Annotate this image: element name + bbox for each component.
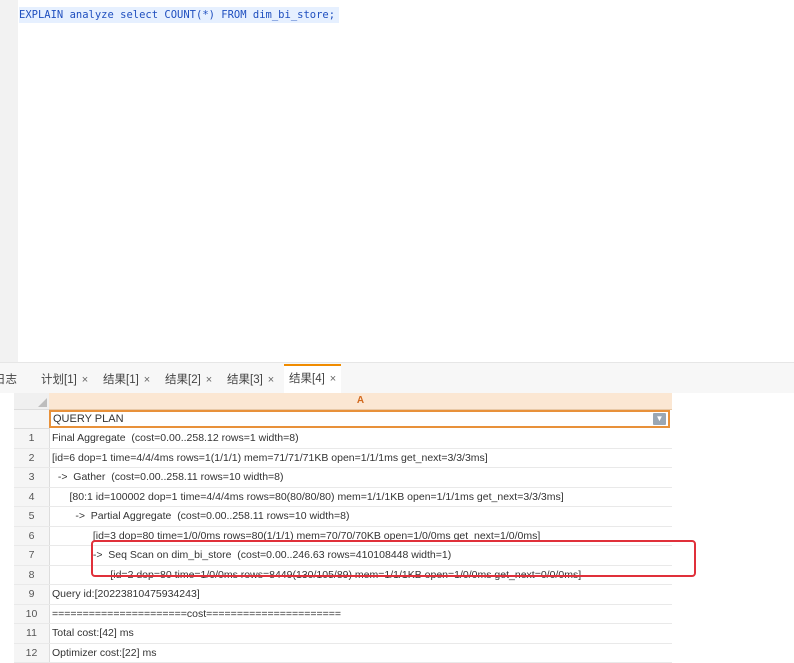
column-name: QUERY PLAN [53,413,124,425]
row-number: 11 [14,624,50,643]
row-number: 6 [14,527,50,546]
plan-cell[interactable]: -> Gather (cost=0.00..258.11 rows=10 wid… [52,468,284,486]
tab-label: 结果[2] [165,374,201,386]
row-number: 9 [14,585,50,604]
tab-result-4[interactable]: 结果[4] × [284,364,341,394]
plan-cell[interactable]: Query id:[20223810475934243] [52,585,200,603]
close-icon[interactable]: × [82,374,88,386]
row-number: 10 [14,605,50,624]
tab-plan-1[interactable]: 计划[1] × [41,367,88,393]
select-all-corner[interactable] [14,393,50,410]
column-name-cell[interactable]: QUERY PLAN ▼ [49,410,670,428]
close-icon[interactable]: × [268,374,274,386]
row-number: 4 [14,488,50,507]
tab-label: 结果[1] [103,374,139,386]
row-number: 5 [14,507,50,526]
result-grid: A QUERY PLAN ▼ 1Final Aggregate (cost=0.… [14,393,672,658]
filter-dropdown-icon[interactable]: ▼ [653,413,666,425]
plan-cell[interactable]: Optimizer cost:[22] ms [52,644,156,662]
table-row[interactable]: 3 -> Gather (cost=0.00..258.11 rows=10 w… [14,468,672,488]
row-number: 12 [14,644,50,663]
tab-result-2[interactable]: 结果[2] × [165,367,212,393]
plan-cell[interactable]: [80:1 id=100002 dop=1 time=4/4/4ms rows=… [52,488,564,506]
plan-cell[interactable]: ======================cost==============… [52,605,341,623]
table-row[interactable]: 4 [80:1 id=100002 dop=1 time=4/4/4ms row… [14,488,672,508]
table-row[interactable]: 9Query id:[20223810475934243] [14,585,672,605]
close-icon[interactable]: × [144,374,150,386]
row-number: 2 [14,449,50,468]
table-row[interactable]: 12Optimizer cost:[22] ms [14,644,672,663]
close-icon[interactable]: × [206,374,212,386]
table-row[interactable]: 11Total cost:[42] ms [14,624,672,644]
sql-statement[interactable]: EXPLAIN analyze select COUNT(*) FROM dim… [19,7,339,23]
tab-label: 日志 [0,374,17,386]
row-header-blank [14,410,50,429]
plan-cell[interactable]: Final Aggregate (cost=0.00..258.12 rows=… [52,429,299,447]
plan-cell[interactable]: Total cost:[42] ms [52,624,134,642]
close-icon[interactable]: × [330,373,336,385]
tab-log[interactable]: 日志 [0,367,17,393]
tab-result-3[interactable]: 结果[3] × [227,367,274,393]
row-number: 3 [14,468,50,487]
table-row[interactable]: 2[id=6 dop=1 time=4/4/4ms rows=1(1/1/1) … [14,449,672,469]
table-row[interactable]: 1Final Aggregate (cost=0.00..258.12 rows… [14,429,672,449]
annotation-highlight-box [91,540,696,577]
row-number: 1 [14,429,50,448]
tab-result-1[interactable]: 结果[1] × [103,367,150,393]
tab-label: 结果[4] [289,373,325,385]
table-row[interactable]: 10======================cost============… [14,605,672,625]
result-tabs-bar: 日志 计划[1] × 结果[1] × 结果[2] × 结果[3] × 结果[4] × [0,362,794,393]
plan-cell[interactable]: [id=6 dop=1 time=4/4/4ms rows=1(1/1/1) m… [52,449,488,467]
plan-cell[interactable]: -> Partial Aggregate (cost=0.00..258.11 … [52,507,349,525]
table-row[interactable]: 5 -> Partial Aggregate (cost=0.00..258.1… [14,507,672,527]
editor-gutter [0,0,18,362]
sql-editor[interactable]: EXPLAIN analyze select COUNT(*) FROM dim… [0,0,794,362]
row-number: 8 [14,566,50,585]
tab-label: 结果[3] [227,374,263,386]
tab-label: 计划[1] [41,374,77,386]
column-header-a[interactable]: A [49,393,672,410]
row-number: 7 [14,546,50,565]
